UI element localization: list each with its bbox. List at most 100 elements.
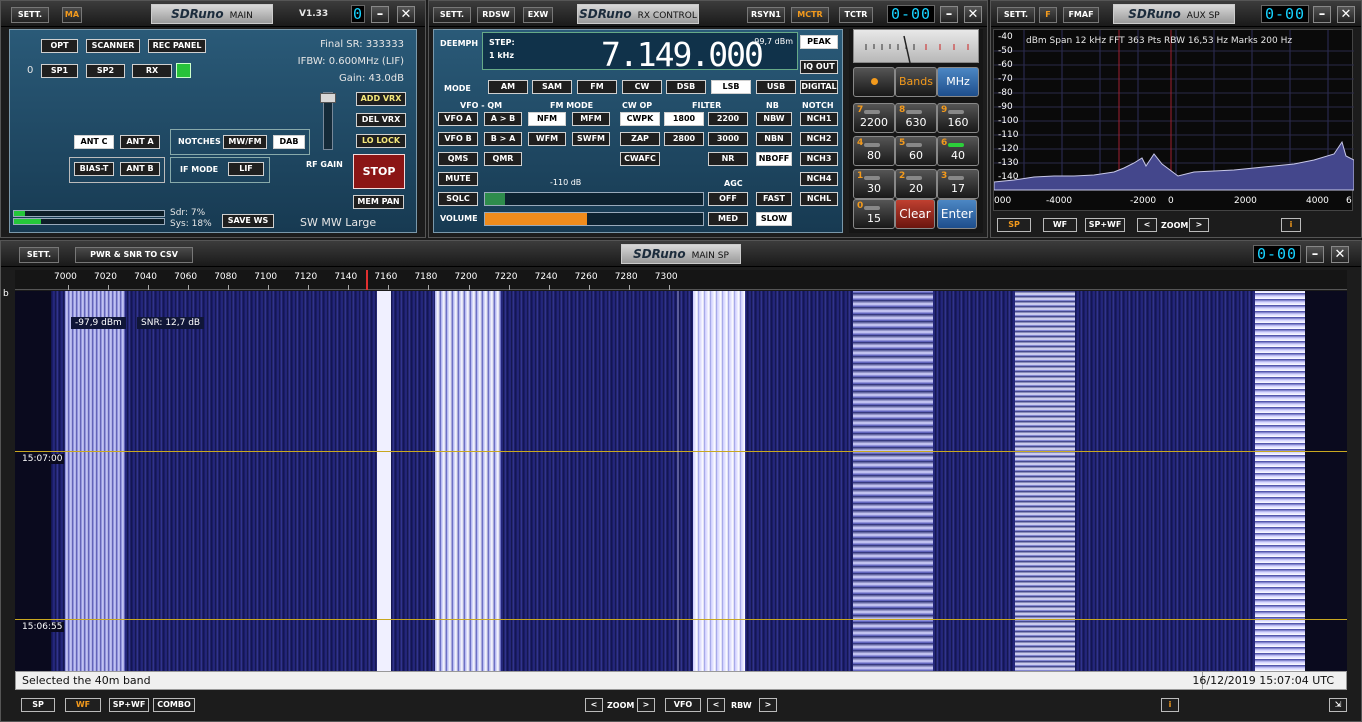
close-icon[interactable]: ✕ xyxy=(397,6,415,23)
a-to-b-button[interactable]: A > B xyxy=(484,112,522,126)
agc-slow-button[interactable]: SLOW xyxy=(756,212,792,226)
mode-sam[interactable]: SAM xyxy=(532,80,572,94)
minimize-icon[interactable]: – xyxy=(940,6,958,23)
aux-wf-button[interactable]: WF xyxy=(1043,218,1077,232)
resize-grip-icon[interactable]: ⇲ xyxy=(1329,698,1347,712)
mhz-key[interactable]: MHz xyxy=(937,67,979,97)
filter-2200-button[interactable]: 2200 xyxy=(708,112,748,126)
mfm-button[interactable]: MFM xyxy=(572,112,610,126)
vfo-frequency[interactable]: 7.149.000 xyxy=(601,35,764,74)
keypad-key-8[interactable]: 8 630 xyxy=(895,103,937,133)
filter-1800-button[interactable]: 1800 xyxy=(664,112,704,126)
rbw-down-button[interactable]: < xyxy=(707,698,725,712)
keypad-key-2[interactable]: 2 20 xyxy=(895,169,937,199)
mode-am[interactable]: AM xyxy=(488,80,528,94)
mode-lsb[interactable]: LSB xyxy=(711,80,751,94)
keypad-key-5[interactable]: 5 60 xyxy=(895,136,937,166)
ant-c-button[interactable]: ANT C xyxy=(74,135,114,149)
tctr-button[interactable]: TCTR xyxy=(839,7,873,23)
mode-cw[interactable]: CW xyxy=(622,80,662,94)
minimize-icon[interactable]: – xyxy=(371,6,389,23)
rx-settings-button[interactable]: SETT. xyxy=(433,7,471,23)
keypad-key-6[interactable]: 6 40 xyxy=(937,136,979,166)
vfo-marker[interactable] xyxy=(677,291,679,671)
ant-a-button[interactable]: ANT A xyxy=(120,135,160,149)
enter-key[interactable]: Enter xyxy=(937,199,977,229)
keypad-key-7[interactable]: 7 2200 xyxy=(853,103,895,133)
wfm-button[interactable]: WFM xyxy=(528,132,566,146)
rf-gain-slider[interactable] xyxy=(320,92,336,150)
aux-zoom-out-button[interactable]: < xyxy=(1137,218,1157,232)
nr-button[interactable]: NR xyxy=(708,152,748,166)
f-button[interactable]: F xyxy=(1039,7,1057,23)
save-ws-button[interactable]: SAVE WS xyxy=(222,214,274,228)
fmaf-button[interactable]: FMAF xyxy=(1063,7,1099,23)
cwafc-button[interactable]: CWAFC xyxy=(620,152,660,166)
vfo-position-marker[interactable] xyxy=(366,270,369,290)
keypad-dot-key[interactable] xyxy=(853,67,895,97)
aux-spectrum[interactable]: dBm Span 12 kHz FFT 363 Pts RBW 16,53 Hz… xyxy=(993,29,1354,211)
frequency-scale[interactable]: 7000 7020 7040 7060 7080 7100 7120 7140 7160 7180… xyxy=(15,270,1347,290)
volume-slider[interactable] xyxy=(484,212,704,226)
opt-button[interactable]: OPT xyxy=(41,39,78,53)
squelch-slider[interactable] xyxy=(484,192,704,206)
aux-sp-button[interactable]: SP xyxy=(997,218,1031,232)
aux-spwf-button[interactable]: SP+WF xyxy=(1085,218,1125,232)
peak-button[interactable]: PEAK xyxy=(800,35,838,49)
bias-t-button[interactable]: BIAS-T xyxy=(74,162,114,176)
aux-zoom-in-button[interactable]: > xyxy=(1189,218,1209,232)
wf-button[interactable]: WF xyxy=(65,698,101,712)
mctr-button[interactable]: MCTR xyxy=(791,7,829,23)
sqlc-button[interactable]: SQLC xyxy=(438,192,478,206)
waterfall[interactable]: -97,9 dBm SNR: 12,7 dB 15:07:00 15:06:55 xyxy=(15,291,1347,671)
qmr-button[interactable]: QMR xyxy=(484,152,522,166)
clear-key[interactable]: Clear xyxy=(895,199,935,229)
nch3-button[interactable]: NCH3 xyxy=(800,152,838,166)
mode-fm[interactable]: FM xyxy=(577,80,617,94)
minimize-icon[interactable]: – xyxy=(1313,6,1331,23)
rsyn1-button[interactable]: RSYN1 xyxy=(747,7,785,23)
ant-b-button[interactable]: ANT B xyxy=(120,162,160,176)
nch4-button[interactable]: NCH4 xyxy=(800,172,838,186)
spwf-button[interactable]: SP+WF xyxy=(109,698,149,712)
vfo-button[interactable]: VFO xyxy=(665,698,701,712)
sp-button[interactable]: SP xyxy=(21,698,55,712)
rbw-up-button[interactable]: > xyxy=(759,698,777,712)
main-sp-settings-button[interactable]: SETT. xyxy=(19,247,59,263)
sp2-button[interactable]: SP2 xyxy=(86,64,125,78)
nch1-button[interactable]: NCH1 xyxy=(800,112,838,126)
zap-button[interactable]: ZAP xyxy=(620,132,660,146)
dab-button[interactable]: DAB xyxy=(273,135,305,149)
agc-fast-button[interactable]: FAST xyxy=(756,192,792,206)
filter-3000-button[interactable]: 3000 xyxy=(708,132,748,146)
qms-button[interactable]: QMS xyxy=(438,152,478,166)
frequency-display[interactable]: STEP: 1 kHz 7.149.000 -99,7 dBm xyxy=(482,32,798,74)
rdsw-button[interactable]: RDSW xyxy=(477,7,515,23)
aux-info-button[interactable]: i xyxy=(1281,218,1301,232)
aux-settings-button[interactable]: SETT. xyxy=(997,7,1035,23)
digital-button[interactable]: DIGITAL xyxy=(800,80,838,94)
del-vrx-button[interactable]: DEL VRX xyxy=(356,113,406,127)
agc-med-button[interactable]: MED xyxy=(708,212,748,226)
vfo-a-button[interactable]: VFO A xyxy=(438,112,478,126)
rf-gain-handle[interactable] xyxy=(320,93,336,103)
mem-pan-button[interactable]: MEM PAN xyxy=(353,195,404,209)
add-vrx-button[interactable]: ADD VRX xyxy=(356,92,406,106)
nbw-button[interactable]: NBW xyxy=(756,112,792,126)
bands-key[interactable]: Bands xyxy=(895,67,937,97)
scanner-button[interactable]: SCANNER xyxy=(86,39,140,53)
lif-button[interactable]: LIF xyxy=(228,162,264,176)
rx-button[interactable]: RX xyxy=(132,64,172,78)
keypad-key-9[interactable]: 9 160 xyxy=(937,103,979,133)
lo-lock-button[interactable]: LO LOCK xyxy=(356,134,406,148)
nfm-button[interactable]: NFM xyxy=(528,112,566,126)
pwr-snr-csv-button[interactable]: PWR & SNR TO CSV xyxy=(75,247,193,263)
info-button[interactable]: i xyxy=(1161,698,1179,712)
ma-button[interactable]: MA xyxy=(62,7,82,23)
sp1-button[interactable]: SP1 xyxy=(41,64,78,78)
zoom-out-button[interactable]: < xyxy=(585,698,603,712)
zoom-in-button[interactable]: > xyxy=(637,698,655,712)
mwfm-button[interactable]: MW/FM xyxy=(223,135,267,149)
keypad-key-0[interactable]: 0 15 xyxy=(853,199,895,229)
nch2-button[interactable]: NCH2 xyxy=(800,132,838,146)
